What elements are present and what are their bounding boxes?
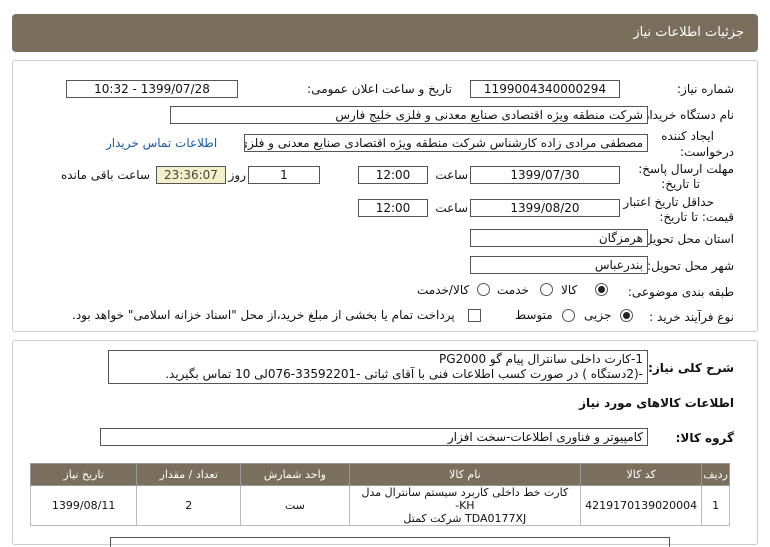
city-field[interactable]: بندرعباس xyxy=(470,256,648,274)
category-radio-service[interactable] xyxy=(540,283,553,296)
creator-label-2: درخواست: xyxy=(680,145,734,159)
goods-info-title: اطلاعات کالاهای مورد نیاز xyxy=(579,396,734,410)
validity-label-2: قیمت: تا تاریخ: xyxy=(659,210,734,224)
category-option-goods-service: کالا/خدمت xyxy=(417,283,470,297)
col-date: تاریخ نیاز xyxy=(29,463,138,486)
process-radio-medium[interactable] xyxy=(562,309,575,322)
cell-name-line-2: TDA0177XJ شرکت کمتل xyxy=(403,512,527,525)
days-field[interactable]: 1 xyxy=(248,166,320,184)
announce-label: تاریخ و ساعت اعلان عمومی: xyxy=(307,82,452,96)
general-desc-box: 1-کارت داخلی سانترال پیام گو PG2000 -(2د… xyxy=(108,350,648,384)
treasury-note: پرداخت تمام یا بخشی از مبلغ خرید،از محل … xyxy=(72,308,455,322)
goods-group-label: گروه کالا: xyxy=(675,431,734,445)
remaining-time-field: 23:36:07 xyxy=(156,166,226,184)
goods-group-field[interactable]: کامپیوتر و فناوری اطلاعات-سخت افزار xyxy=(100,428,648,446)
validity-time-label: ساعت xyxy=(435,201,468,215)
creator-field[interactable]: مصطفی مرادی زاده کارشناس شرکت منطقه ویژه… xyxy=(244,134,648,152)
items-table: ردیف کد کالا نام کالا واحد شمارش تعداد /… xyxy=(29,463,730,526)
validity-date-field[interactable]: 1399/08/20 xyxy=(470,199,620,217)
bottom-box xyxy=(110,537,670,547)
category-radio-goods[interactable] xyxy=(595,283,608,296)
announce-field[interactable]: 1399/07/28 - 10:32 xyxy=(66,80,238,98)
creator-label-1: ایجاد کننده xyxy=(661,129,714,143)
province-field[interactable]: هرمزگان xyxy=(470,229,648,247)
deadline-label-2: تا تاریخ: xyxy=(661,177,700,191)
col-row: ردیف xyxy=(701,463,730,486)
validity-time-field[interactable]: 12:00 xyxy=(358,199,428,217)
category-radio-goods-service[interactable] xyxy=(477,283,490,296)
table-row[interactable]: 1 4219170139020004 کارت خط داخلی کاربرد … xyxy=(29,485,730,526)
treasury-checkbox[interactable] xyxy=(468,309,481,322)
province-label: استان محل تحویل: xyxy=(639,232,734,246)
cell-row: 1 xyxy=(701,485,730,526)
city-label: شهر محل تحویل: xyxy=(647,259,734,273)
cell-date: 1399/08/11 xyxy=(29,485,138,526)
remaining-label: ساعت باقی مانده xyxy=(60,168,150,182)
table-header-row: ردیف کد کالا نام کالا واحد شمارش تعداد /… xyxy=(29,463,730,486)
deadline-date-field[interactable]: 1399/07/30 xyxy=(470,166,620,184)
page-header: جزئیات اطلاعات نیاز xyxy=(12,14,758,52)
process-option-minor: جزیی xyxy=(584,308,612,322)
category-label: طبقه بندی موضوعی: xyxy=(627,285,734,299)
category-option-goods: کالا xyxy=(561,283,578,297)
process-label: نوع فرآیند خرید : xyxy=(649,310,734,324)
general-desc-line-1: 1-کارت داخلی سانترال پیام گو PG2000 xyxy=(439,352,643,366)
cell-unit: ست xyxy=(240,485,350,526)
process-option-medium: متوسط xyxy=(515,308,553,322)
col-qty: تعداد / مقدار xyxy=(136,463,242,486)
buyer-label: نام دستگاه خریدار: xyxy=(639,108,735,122)
cell-qty: 2 xyxy=(136,485,242,526)
col-name: نام کالا xyxy=(348,463,582,486)
buyer-field[interactable]: شرکت منطقه ویژه اقتصادی صنایع معدنی و فل… xyxy=(170,106,648,124)
validity-label-1: حداقل تاریخ اعتبار xyxy=(623,195,714,209)
cell-code: 4219170139020004 xyxy=(580,485,703,526)
general-desc-label: شرح کلی نیاز: xyxy=(648,361,734,375)
deadline-label-1: مهلت ارسال پاسخ: xyxy=(638,162,734,176)
col-unit: واحد شمارش xyxy=(240,463,350,486)
deadline-time-field[interactable]: 12:00 xyxy=(358,166,428,184)
cell-name: کارت خط داخلی کاربرد سیستم سانترال مدل K… xyxy=(348,485,582,526)
general-desc-line-2: -(2دستگاه ) در صورت کسب اطلاعات فنی با آ… xyxy=(165,367,643,381)
need-number-label: شماره نیاز: xyxy=(677,82,734,96)
process-radio-minor[interactable] xyxy=(620,309,633,322)
category-option-service: خدمت xyxy=(497,283,529,297)
buyer-contact-link[interactable]: اطلاعات تماس خریدار xyxy=(106,136,217,150)
need-number-field[interactable]: 1199004340000294 xyxy=(470,80,620,98)
cell-name-line-1: کارت خط داخلی کاربرد سیستم سانترال مدل K… xyxy=(361,486,569,512)
page-title: جزئیات اطلاعات نیاز xyxy=(633,25,744,40)
deadline-time-label: ساعت xyxy=(435,168,468,182)
col-code: کد کالا xyxy=(580,463,703,486)
